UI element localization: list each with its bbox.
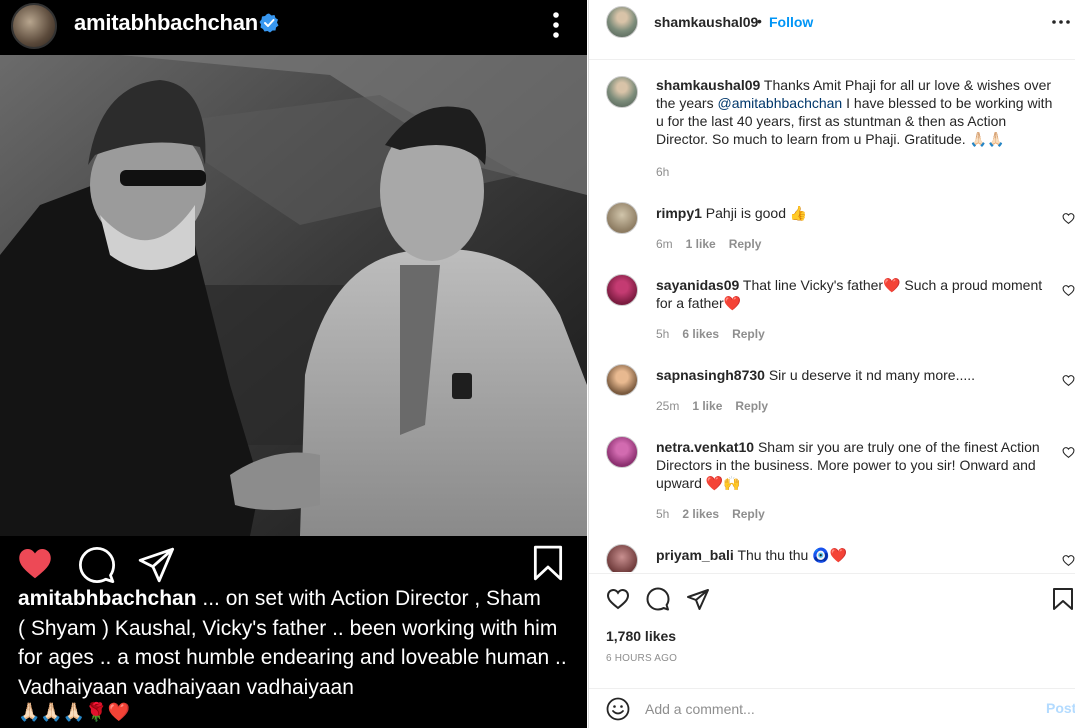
comments-panel: shamkaushal09 • Follow shamkaushal09 Tha… <box>588 0 1075 728</box>
comment-body: Thu thu thu 🧿❤️ <box>733 547 848 563</box>
shared-post-panel: amitabhbachchan amitabhbachchan ... on s… <box>0 0 587 728</box>
comment-text: netra.venkat10 Sham sir you are truly on… <box>656 438 1056 492</box>
panel-action-bar <box>589 573 1075 621</box>
panel-header: shamkaushal09 • Follow <box>589 0 1075 60</box>
comment-avatar[interactable] <box>606 76 638 108</box>
comment-username[interactable]: rimpy1 <box>656 205 702 221</box>
follow-button[interactable]: Follow <box>769 14 813 30</box>
add-comment-bar: Post <box>589 688 1075 728</box>
caption-line: Vadhaiyaan vadhaiyaan vadhaiyaan <box>18 675 354 699</box>
comment-username[interactable]: priyam_bali <box>656 547 734 563</box>
post-comment-button[interactable]: Post <box>1046 700 1075 716</box>
comment-icon[interactable] <box>646 587 670 611</box>
comment-time[interactable]: 5h <box>656 327 669 341</box>
comment-body: Sir u deserve it nd many more..... <box>764 367 976 383</box>
author-username[interactable]: amitabhbachchan <box>74 10 258 36</box>
header-avatar[interactable] <box>606 6 638 38</box>
comment-like-heart-icon[interactable] <box>1062 284 1075 297</box>
caption-username[interactable]: amitabhbachchan <box>18 587 197 610</box>
comment-meta: 5h 2 likes Reply <box>656 507 778 521</box>
comment-text: rimpy1 Pahji is good 👍 <box>656 204 1056 222</box>
author-avatar[interactable] <box>11 3 57 49</box>
comment-like-heart-icon[interactable] <box>1062 554 1075 567</box>
comment-username[interactable]: netra.venkat10 <box>656 439 754 455</box>
reply-button[interactable]: Reply <box>732 327 765 341</box>
comment-text: shamkaushal09 Thanks Amit Phaji for all … <box>656 76 1056 148</box>
comment-time[interactable]: 6m <box>656 237 673 251</box>
comment-time[interactable]: 6h <box>656 165 669 179</box>
caption-line: for ages .. a most humble endearing and … <box>18 646 567 669</box>
caption-emojis: 🙏🏻🙏🏻🙏🏻🌹❤️ <box>18 702 131 722</box>
comment-likes[interactable]: 6 likes <box>682 327 719 341</box>
share-icon[interactable] <box>137 546 175 584</box>
reply-button[interactable]: Reply <box>729 237 762 251</box>
reply-button[interactable]: Reply <box>732 507 765 521</box>
comment-icon[interactable] <box>78 546 116 584</box>
comment-body: Pahji is good 👍 <box>701 205 808 221</box>
comment-avatar[interactable] <box>606 436 638 468</box>
more-options-icon[interactable] <box>546 10 566 40</box>
comment-username[interactable]: shamkaushal09 <box>656 77 760 93</box>
header-username[interactable]: shamkaushal09 <box>654 14 758 30</box>
comments-list: shamkaushal09 Thanks Amit Phaji for all … <box>589 61 1075 572</box>
post-photo <box>0 55 587 536</box>
post-header: amitabhbachchan <box>0 0 587 55</box>
comment-time[interactable]: 5h <box>656 507 669 521</box>
comment-likes[interactable]: 2 likes <box>682 507 719 521</box>
comment-meta: 6h <box>656 165 682 179</box>
post-timestamp[interactable]: 6 HOURS AGO <box>606 653 677 664</box>
caption-line: ... on set with Action Director , Sham <box>196 587 541 610</box>
save-bookmark-icon[interactable] <box>531 544 565 582</box>
comment-avatar[interactable] <box>606 544 638 572</box>
comment-meta: 25m 1 like Reply <box>656 399 781 413</box>
comment-avatar[interactable] <box>606 274 638 306</box>
comment-input[interactable] <box>645 698 1025 720</box>
comment-like-heart-icon[interactable] <box>1062 374 1075 387</box>
comment-meta: 6m 1 like Reply <box>656 237 774 251</box>
comment-meta: 5h 6 likes Reply <box>656 327 778 341</box>
save-bookmark-icon[interactable] <box>1052 587 1074 611</box>
comment-text: priyam_bali Thu thu thu 🧿❤️ <box>656 546 1056 564</box>
like-heart-icon[interactable] <box>16 546 54 582</box>
reply-button[interactable]: Reply <box>735 399 768 413</box>
comment-username[interactable]: sayanidas09 <box>656 277 739 293</box>
more-options-icon[interactable] <box>1051 12 1071 32</box>
emoji-icon[interactable] <box>606 697 630 721</box>
header-separator: • <box>757 13 762 29</box>
verified-badge-icon <box>259 13 279 33</box>
share-icon[interactable] <box>686 587 710 611</box>
comment-text: sayanidas09 That line Vicky's father❤️ S… <box>656 276 1056 312</box>
comment-likes[interactable]: 1 like <box>686 237 716 251</box>
comment-username[interactable]: sapnasingh8730 <box>656 367 765 383</box>
likes-count[interactable]: 1,780 likes <box>606 628 676 644</box>
comment-avatar[interactable] <box>606 202 638 234</box>
caption-line: ( Shyam ) Kaushal, Vicky's father .. bee… <box>18 616 558 640</box>
comment-like-heart-icon[interactable] <box>1062 446 1075 459</box>
post-action-bar <box>0 540 587 590</box>
comment-avatar[interactable] <box>606 364 638 396</box>
comment-mention[interactable]: @amitabhbachchan <box>717 95 842 111</box>
comment-like-heart-icon[interactable] <box>1062 212 1075 225</box>
comment-time[interactable]: 25m <box>656 399 679 413</box>
like-heart-icon[interactable] <box>606 587 630 611</box>
comment-likes[interactable]: 1 like <box>692 399 722 413</box>
comment-text: sapnasingh8730 Sir u deserve it nd many … <box>656 366 1056 384</box>
post-caption: amitabhbachchan ... on set with Action D… <box>18 584 578 702</box>
